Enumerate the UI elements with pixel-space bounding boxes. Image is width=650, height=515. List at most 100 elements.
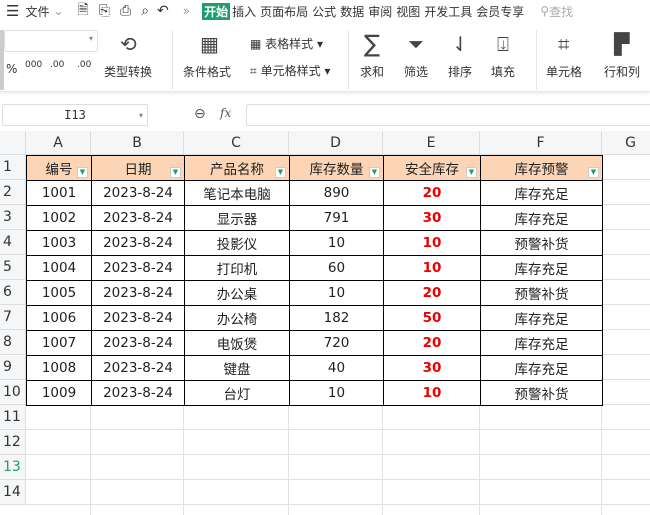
fill-icon[interactable]: ⍗ — [497, 32, 509, 56]
table-cell[interactable]: 1003 — [26, 230, 92, 256]
column-header-B[interactable]: B — [91, 131, 184, 155]
row-header-6[interactable]: 6 — [0, 280, 26, 305]
cell-style-button[interactable]: ⌗ 单元格样式 ▾ — [250, 62, 330, 79]
table-cell[interactable]: 30 — [383, 205, 481, 231]
undo-icon[interactable]: ↶ — [157, 3, 169, 19]
table-cell[interactable]: 1007 — [26, 330, 92, 356]
row-header-1[interactable]: 1 — [0, 155, 26, 180]
table-cell[interactable]: 办公桌 — [184, 280, 290, 306]
name-box[interactable]: I13 ▾ — [2, 104, 148, 126]
print-preview-icon[interactable]: ⌕ — [141, 3, 149, 19]
filter-dropdown-icon[interactable]: ▼ — [588, 167, 599, 178]
table-cell[interactable]: 20 — [383, 280, 481, 306]
filter-dropdown-icon[interactable]: ▼ — [466, 167, 477, 178]
tab-home[interactable]: 开始 — [202, 2, 231, 20]
table-cell[interactable]: 890 — [289, 180, 384, 206]
table-cell[interactable]: 库存充足 — [480, 255, 603, 281]
table-cell[interactable]: 791 — [289, 205, 384, 231]
table-header-cell[interactable]: 日期 ▼ — [91, 155, 185, 181]
sum-button[interactable]: 求和 — [360, 63, 384, 80]
table-cell[interactable]: 2023-8-24 — [91, 230, 185, 256]
table-cell[interactable]: 182 — [289, 305, 384, 331]
sort-icon[interactable]: ⇃ — [452, 32, 469, 56]
filter-button[interactable]: 筛选 — [404, 63, 428, 80]
table-cell[interactable]: 预警补货 — [480, 280, 603, 306]
tab-insert[interactable]: 插入 — [230, 3, 258, 20]
table-cell[interactable]: 1005 — [26, 280, 92, 306]
filter-icon[interactable]: ⏷ — [408, 32, 424, 56]
table-cell[interactable]: 台灯 — [184, 380, 290, 406]
row-header-10[interactable]: 10 — [0, 380, 26, 405]
chevron-down-icon[interactable]: ⌄ — [53, 4, 63, 18]
table-cell[interactable]: 10 — [289, 230, 384, 256]
conditional-format-button[interactable]: 条件格式 — [183, 63, 231, 80]
table-header-cell[interactable]: 产品名称 ▼ — [184, 155, 290, 181]
table-cell[interactable]: 2023-8-24 — [91, 305, 185, 331]
tab-page-layout[interactable]: 页面布局 — [258, 3, 310, 20]
column-header-D[interactable]: D — [289, 131, 383, 155]
table-cell[interactable]: 显示器 — [184, 205, 290, 231]
table-header-cell[interactable]: 安全库存 ▼ — [383, 155, 481, 181]
filter-dropdown-icon[interactable]: ▼ — [275, 167, 286, 178]
table-cell[interactable]: 20 — [383, 180, 481, 206]
table-cell[interactable]: 2023-8-24 — [91, 380, 185, 406]
row-header-3[interactable]: 3 — [0, 205, 26, 230]
table-cell[interactable]: 60 — [289, 255, 384, 281]
table-cell[interactable]: 预警补货 — [480, 230, 603, 256]
table-cell[interactable]: 库存充足 — [480, 330, 603, 356]
row-header-7[interactable]: 7 — [0, 305, 26, 330]
table-cell[interactable]: 投影仪 — [184, 230, 290, 256]
table-cell[interactable]: 预警补货 — [480, 380, 603, 406]
table-style-button[interactable]: ▦ 表格样式 ▾ — [250, 35, 323, 52]
formula-input[interactable] — [246, 104, 650, 126]
search-button[interactable]: 查找 — [549, 3, 573, 20]
row-header-8[interactable]: 8 — [0, 330, 26, 355]
table-cell[interactable]: 20 — [383, 330, 481, 356]
zoom-icon[interactable]: ⊖ — [194, 106, 206, 122]
table-cell[interactable]: 10 — [289, 380, 384, 406]
table-cell[interactable]: 库存充足 — [480, 305, 603, 331]
table-cell[interactable]: 2023-8-24 — [91, 355, 185, 381]
select-all-corner[interactable] — [0, 131, 26, 155]
filter-dropdown-icon[interactable]: ▼ — [170, 167, 181, 178]
table-cell[interactable]: 1004 — [26, 255, 92, 281]
row-col-button[interactable]: 行和列 — [604, 63, 640, 80]
table-cell[interactable]: 库存充足 — [480, 180, 603, 206]
filter-dropdown-icon[interactable]: ▼ — [77, 167, 88, 178]
table-cell[interactable]: 电饭煲 — [184, 330, 290, 356]
table-cell[interactable]: 1009 — [26, 380, 92, 406]
table-header-cell[interactable]: 编号 ▼ — [26, 155, 92, 181]
table-header-cell[interactable]: 库存数量 ▼ — [289, 155, 384, 181]
table-cell[interactable]: 10 — [383, 380, 481, 406]
table-cell[interactable]: 2023-8-24 — [91, 255, 185, 281]
table-cell[interactable]: 50 — [383, 305, 481, 331]
table-cell[interactable]: 1001 — [26, 180, 92, 206]
fx-button[interactable]: fx — [220, 106, 231, 120]
column-header-E[interactable]: E — [383, 131, 480, 155]
type-convert-button[interactable]: 类型转换 — [104, 63, 152, 80]
row-col-icon[interactable]: ▛ — [614, 32, 629, 56]
row-header-9[interactable]: 9 — [0, 355, 26, 380]
tab-developer[interactable]: 开发工具 — [422, 3, 474, 20]
tab-formula[interactable]: 公式 — [310, 3, 338, 20]
cell-icon[interactable]: ⌗ — [558, 32, 569, 56]
table-cell[interactable]: 10 — [383, 255, 481, 281]
more-icon[interactable]: » — [183, 4, 190, 18]
table-cell[interactable]: 2023-8-24 — [91, 280, 185, 306]
row-header-2[interactable]: 2 — [0, 180, 26, 205]
table-cell[interactable]: 办公椅 — [184, 305, 290, 331]
table-cell[interactable]: 库存充足 — [480, 205, 603, 231]
thousands-button[interactable]: 000 — [25, 60, 42, 70]
sort-button[interactable]: 排序 — [448, 63, 472, 80]
tab-data[interactable]: 数据 — [338, 3, 366, 20]
menu-icon[interactable]: ☰ — [6, 2, 19, 20]
column-header-F[interactable]: F — [480, 131, 602, 155]
table-cell[interactable]: 1002 — [26, 205, 92, 231]
table-cell[interactable]: 键盘 — [184, 355, 290, 381]
column-header-A[interactable]: A — [26, 131, 91, 155]
cell-button[interactable]: 单元格 — [546, 63, 582, 80]
column-header-G[interactable]: G — [602, 131, 650, 155]
row-header-14[interactable]: 14 — [0, 480, 26, 505]
percent-button[interactable]: % — [6, 62, 17, 76]
column-header-C[interactable]: C — [184, 131, 289, 155]
